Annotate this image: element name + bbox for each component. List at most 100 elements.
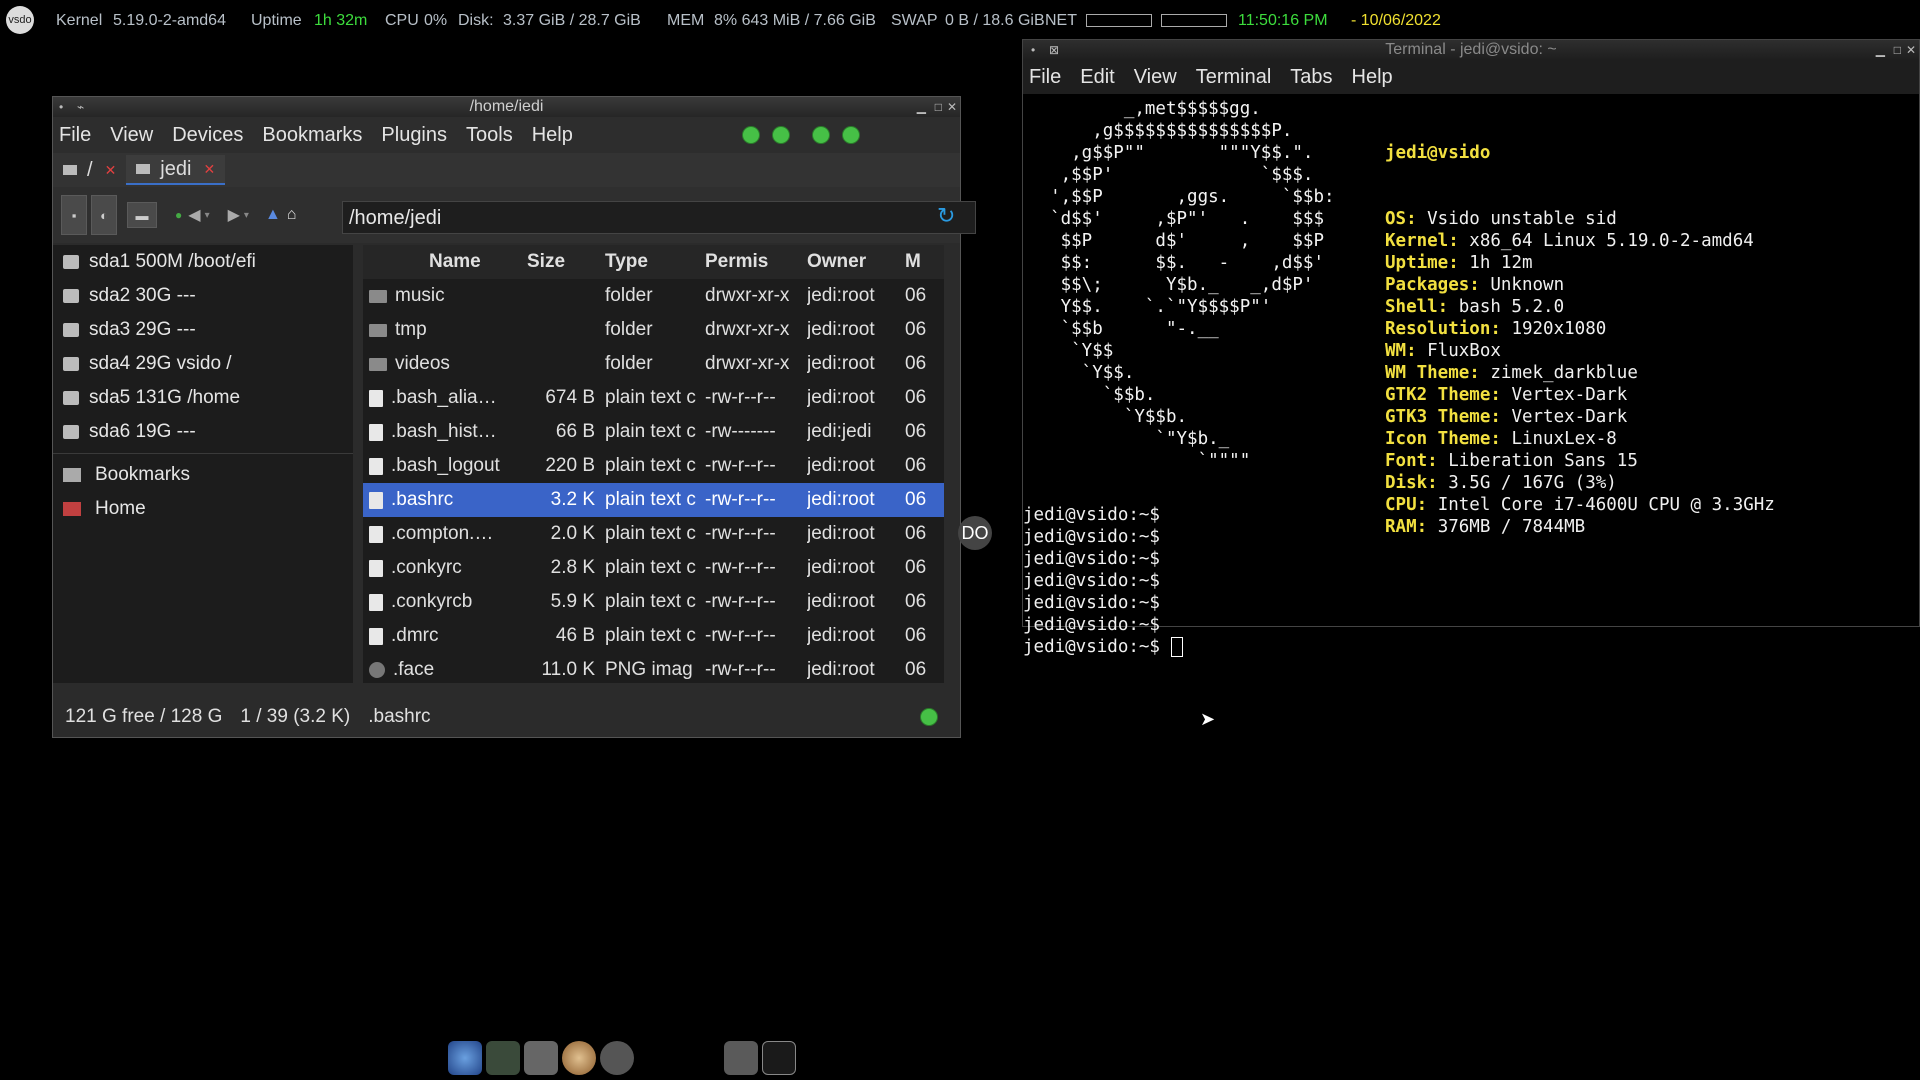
system-monitor-icon[interactable] bbox=[486, 1041, 520, 1075]
menu-bookmarks[interactable]: Bookmarks bbox=[262, 124, 362, 147]
table-row[interactable]: .bash_alia… 674 B plain text c -rw-r--r-- je… bbox=[363, 381, 944, 415]
column-modified[interactable]: M bbox=[905, 251, 944, 273]
menu-edit[interactable]: Edit bbox=[1080, 66, 1114, 89]
table-row[interactable]: .conkyrcb 5.9 K plain text c -rw-r--r-- jedi… bbox=[363, 585, 944, 619]
menu-view[interactable]: View bbox=[1134, 66, 1177, 89]
up-icon[interactable]: ▲ bbox=[265, 206, 281, 224]
maximize-icon[interactable]: □ bbox=[1894, 40, 1901, 60]
maximize-icon[interactable]: □ bbox=[935, 97, 942, 117]
menu-tools[interactable]: Tools bbox=[466, 124, 513, 147]
column-owner[interactable]: Owner bbox=[807, 251, 905, 273]
table-row[interactable]: .face 11.0 K PNG imag -rw-r--r-- jedi:root 06 bbox=[363, 653, 944, 683]
task-ok-icon[interactable] bbox=[741, 126, 760, 144]
terminal-task-icon[interactable] bbox=[762, 1041, 796, 1075]
table-row[interactable]: tmp folder drwxr-xr-x jedi:root 06 bbox=[363, 313, 944, 347]
task-ok-icon[interactable] bbox=[841, 126, 860, 144]
bookmark-item[interactable]: Home bbox=[53, 492, 353, 526]
device-label: sda1 500M /boot/efi bbox=[89, 251, 256, 272]
file-name-text: videos bbox=[395, 353, 450, 374]
table-row[interactable]: .conkyrc 2.8 K plain text c -rw-r--r-- jedi:… bbox=[363, 551, 944, 585]
chevron-down-icon[interactable]: ▾ bbox=[205, 210, 210, 221]
device-item[interactable]: sda6 19G --- bbox=[53, 415, 353, 449]
file-size: 674 B bbox=[545, 387, 595, 408]
file-manager-icon[interactable] bbox=[524, 1041, 558, 1075]
device-item[interactable]: sda4 29G vsido / bbox=[53, 347, 353, 381]
column-size[interactable]: Size bbox=[517, 251, 605, 273]
file-owner: jedi:jedi bbox=[807, 421, 872, 442]
refresh-icon[interactable]: ↻ bbox=[937, 203, 955, 229]
menu-terminal[interactable]: Terminal bbox=[1196, 66, 1272, 89]
menu-tabs[interactable]: Tabs bbox=[1290, 66, 1332, 89]
table-row[interactable]: music folder drwxr-xr-x jedi:root 06 bbox=[363, 279, 944, 313]
table-row[interactable]: videos folder drwxr-xr-x jedi:root 06 bbox=[363, 347, 944, 381]
task-ok-icon[interactable] bbox=[771, 126, 790, 144]
text-file-icon bbox=[369, 559, 383, 577]
file-list: Name▾ Size Type Permis Owner M music fold… bbox=[363, 245, 944, 683]
table-row[interactable]: .bash_logout 220 B plain text c -rw-r--r-- j… bbox=[363, 449, 944, 483]
menu-file[interactable]: File bbox=[1029, 66, 1061, 89]
media-player-icon[interactable] bbox=[562, 1041, 596, 1075]
menu-devices[interactable]: Devices bbox=[172, 124, 243, 147]
disk-label: Disk: bbox=[458, 12, 494, 29]
text-file-icon bbox=[369, 525, 383, 543]
bookmark-label: Home bbox=[95, 498, 146, 519]
menu-plugins[interactable]: Plugins bbox=[381, 124, 447, 147]
history-button[interactable]: ◐ bbox=[91, 195, 117, 235]
file-type: PNG imag bbox=[605, 659, 693, 680]
terminal-output[interactable]: _,met$$$$$gg. ,g$$$$$$$$$$$$$$$P. ,g$$P"… bbox=[1023, 96, 1919, 657]
file-name: .bash_hist… bbox=[363, 421, 517, 443]
home-icon[interactable]: ⌂ bbox=[287, 206, 297, 224]
task-ok-icon[interactable] bbox=[811, 126, 830, 144]
path-input[interactable]: /home/jedi bbox=[342, 201, 976, 234]
browser-icon[interactable] bbox=[448, 1041, 482, 1075]
device-item[interactable]: sda2 30G --- bbox=[53, 279, 353, 313]
menu-view[interactable]: View bbox=[110, 124, 153, 147]
prompt-line: jedi@vsido:~$ bbox=[1023, 504, 1183, 526]
tab-close-icon[interactable]: ✕ bbox=[105, 162, 117, 179]
table-row[interactable]: .dmrc 46 B plain text c -rw-r--r-- jedi:root… bbox=[363, 619, 944, 653]
tab-jedi[interactable]: jedi ✕ bbox=[126, 155, 226, 185]
info-value: x86_64 Linux 5.19.0-2-amd64 bbox=[1458, 231, 1754, 251]
close-icon[interactable]: ✕ bbox=[947, 97, 957, 117]
table-row[interactable]: .bashrc 3.2 K plain text c -rw-r--r-- jedi:r… bbox=[363, 483, 944, 517]
info-value: Vsido unstable sid bbox=[1416, 209, 1617, 229]
forward-icon[interactable]: ▶ bbox=[228, 205, 240, 225]
menu-help[interactable]: Help bbox=[532, 124, 573, 147]
info-lines: OS: Vsido unstable sid Kernel: x86_64 Lin… bbox=[1385, 208, 1775, 538]
vsido-icon[interactable] bbox=[600, 1041, 634, 1075]
close-icon[interactable]: ✕ bbox=[1906, 40, 1916, 60]
new-tab-icon[interactable]: ● bbox=[175, 208, 182, 222]
column-type[interactable]: Type bbox=[605, 251, 705, 273]
pane-divider[interactable] bbox=[53, 453, 353, 454]
device-item[interactable]: sda1 500M /boot/efi bbox=[53, 245, 353, 279]
minimize-icon[interactable]: ▁ bbox=[917, 97, 926, 117]
device-item[interactable]: sda5 131G /home bbox=[53, 381, 353, 415]
table-row[interactable]: .compton.… 2.0 K plain text c -rw-r--r-- jed… bbox=[363, 517, 944, 551]
column-name[interactable]: Name▾ bbox=[363, 251, 517, 273]
bookmark-item[interactable]: Bookmarks bbox=[53, 458, 353, 492]
minimize-icon[interactable]: ▁ bbox=[1876, 40, 1885, 60]
tab-root[interactable]: / ✕ bbox=[53, 155, 126, 185]
info-value: LinuxLex-8 bbox=[1500, 429, 1617, 449]
info-key: Resolution: bbox=[1385, 319, 1501, 339]
device-button[interactable]: ▬ bbox=[127, 202, 157, 228]
column-perm[interactable]: Permis bbox=[705, 251, 807, 273]
menu-help[interactable]: Help bbox=[1352, 66, 1393, 89]
dock bbox=[448, 1038, 800, 1078]
device-item[interactable]: sda3 29G --- bbox=[53, 313, 353, 347]
tab-close-icon[interactable]: ✕ bbox=[203, 161, 215, 178]
back-icon[interactable]: ◀ bbox=[188, 205, 200, 225]
files-task-icon[interactable] bbox=[724, 1041, 758, 1075]
window-menu-icon[interactable]: • bbox=[59, 97, 63, 117]
sticky-icon[interactable]: ⌁ bbox=[77, 97, 84, 117]
menu-file[interactable]: File bbox=[59, 124, 91, 147]
terminal-titlebar[interactable]: • ⊠ Terminal - jedi@vsido: ~ ▁ □ ✕ bbox=[1023, 40, 1919, 60]
table-row[interactable]: .bash_hist… 66 B plain text c -rw------- jed… bbox=[363, 415, 944, 449]
chevron-down-icon[interactable]: ▾ bbox=[244, 210, 249, 221]
info-line: Kernel: x86_64 Linux 5.19.0-2-amd64 bbox=[1385, 230, 1775, 252]
window-menu-icon[interactable]: • bbox=[1031, 40, 1035, 60]
vsido-logo-icon[interactable]: vsdo bbox=[6, 6, 34, 34]
show-panel-button[interactable]: ▪ bbox=[61, 195, 87, 235]
fm-titlebar[interactable]: • ⌁ /home/iedi ▁ □ ✕ bbox=[53, 97, 960, 117]
conky-bar: vsdo Kernel 5.19.0-2-amd64 Uptime 1h 32m… bbox=[0, 0, 1920, 42]
